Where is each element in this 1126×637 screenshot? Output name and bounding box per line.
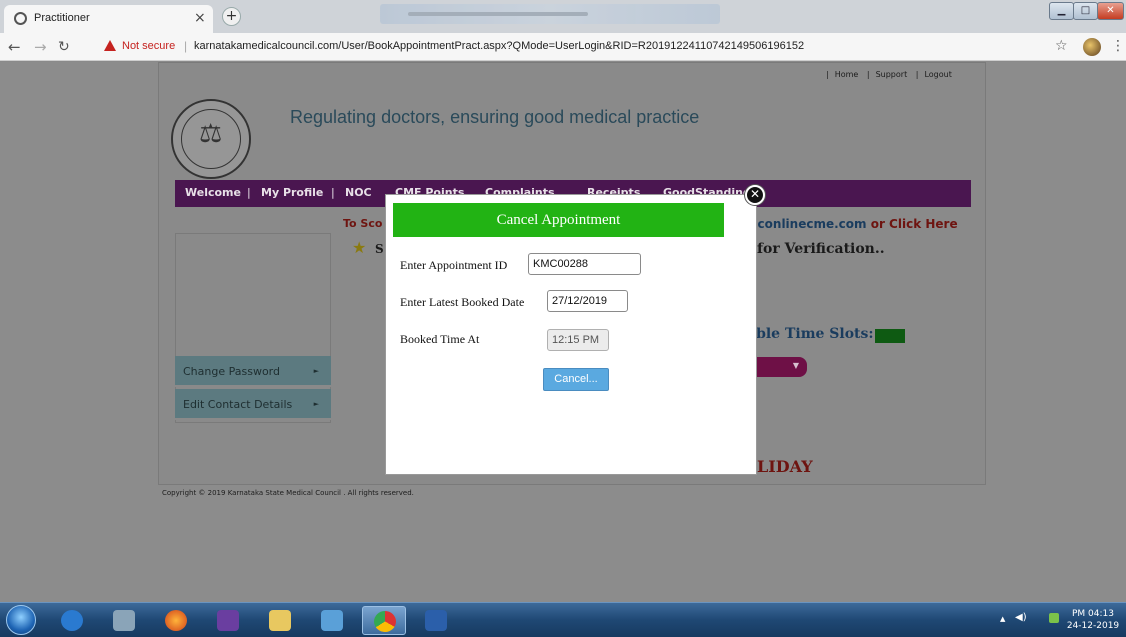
- network-icon[interactable]: [1049, 613, 1059, 623]
- app-icon: [321, 610, 343, 631]
- booked-date-input[interactable]: 27/12/2019: [547, 290, 628, 312]
- back-arrow-icon[interactable]: ←: [8, 38, 21, 56]
- booked-time-input: 12:15 PM: [547, 329, 609, 351]
- holiday-text: LIDAY: [757, 457, 813, 476]
- chevron-right-icon: ►: [313, 400, 319, 408]
- browser-menu-icon[interactable]: ⋮: [1111, 38, 1125, 54]
- star-icon: ★: [352, 238, 367, 257]
- minimize-button[interactable]: ▁: [1049, 2, 1074, 20]
- url-input[interactable]: karnatakamedicalcouncil.com/User/BookApp…: [194, 40, 804, 52]
- notice-text-start: S: [375, 242, 384, 256]
- sidebar-item-edit-contact-details[interactable]: Edit Contact Details ►: [175, 389, 331, 420]
- logout-link[interactable]: Logout: [924, 70, 951, 79]
- tools-taskbar-button[interactable]: [102, 606, 146, 635]
- not-secure-label[interactable]: Not secure: [122, 40, 175, 52]
- internet-explorer-icon: [61, 610, 83, 631]
- dialog-title: Cancel Appointment: [393, 203, 724, 237]
- word-taskbar-button[interactable]: [414, 606, 458, 635]
- chevron-down-icon: ▼: [792, 361, 799, 370]
- profile-avatar[interactable]: [1083, 38, 1101, 56]
- firefox-icon: [165, 610, 187, 631]
- word-icon: [425, 610, 447, 631]
- address-bar: ← → ↻ Not secure | karnatakamedicalcounc…: [0, 33, 1126, 61]
- cme-site-link[interactable]: nconlinecme.com: [749, 217, 867, 231]
- cancel-button[interactable]: Cancel...: [543, 368, 609, 391]
- booked-date-label: Enter Latest Booked Date: [400, 295, 525, 309]
- bookmark-star-icon[interactable]: ☆: [1055, 38, 1068, 54]
- url-separator: |: [184, 39, 188, 53]
- tab-close-button[interactable]: ×: [194, 10, 206, 26]
- forward-arrow-icon[interactable]: →: [34, 38, 47, 56]
- globe-icon: [14, 12, 27, 25]
- click-here-link[interactable]: or Click Here: [871, 217, 958, 231]
- available-time-slots-label: able Time Slots:: [747, 326, 874, 342]
- tools-icon: [113, 610, 135, 631]
- volume-icon[interactable]: ◀): [1015, 612, 1027, 623]
- visual-studio-icon: [217, 610, 239, 631]
- council-seal-logo: ⚖: [171, 99, 251, 179]
- tab-title: Practitioner: [34, 12, 90, 24]
- available-slot-swatch: [875, 329, 905, 343]
- nav-my-profile[interactable]: My Profile: [261, 186, 323, 199]
- browser-tab[interactable]: Practitioner ×: [4, 5, 213, 33]
- copyright-footer: Copyright © 2019 Karnataka State Medical…: [162, 489, 414, 497]
- reload-icon[interactable]: ↻: [58, 39, 70, 55]
- cancel-appointment-dialog: Cancel Appointment ✕ Enter Appointment I…: [385, 185, 765, 475]
- internet-explorer-taskbar-button[interactable]: [50, 606, 94, 635]
- nav-noc[interactable]: NOC: [345, 186, 372, 199]
- home-link[interactable]: Home: [835, 70, 859, 79]
- chrome-icon: [374, 611, 396, 632]
- window-title-bar: [380, 4, 720, 24]
- sidebar-item-change-password[interactable]: Change Password ►: [175, 356, 331, 387]
- visual-studio-taskbar-button[interactable]: [206, 606, 250, 635]
- nav-welcome[interactable]: Welcome: [185, 186, 241, 199]
- window-close-button[interactable]: ✕: [1097, 2, 1124, 20]
- tray-expand-icon[interactable]: ▲: [1000, 615, 1005, 623]
- chrome-taskbar-button[interactable]: [362, 606, 406, 635]
- folder-icon: [269, 610, 291, 631]
- cme-site-text: nconlinecme.com or Click Here: [749, 217, 958, 231]
- browser-tab-strip: Practitioner × + ▁ □ ✕: [0, 0, 1126, 33]
- windows-taskbar: ▲ ◀) PM 04:13 24-12-2019: [0, 602, 1126, 637]
- time-slot-select[interactable]: ▼: [755, 357, 807, 377]
- scorm-text: To Sco: [343, 217, 383, 230]
- maximize-button[interactable]: □: [1073, 2, 1098, 20]
- appointment-id-input[interactable]: KMC00288: [528, 253, 641, 275]
- scales-icon: ⚖: [199, 119, 223, 149]
- firefox-taskbar-button[interactable]: [154, 606, 198, 635]
- warning-icon: [104, 40, 116, 51]
- chevron-right-icon: ►: [313, 367, 319, 375]
- start-button[interactable]: [6, 605, 36, 635]
- verification-text: for Verification..: [757, 241, 885, 257]
- new-tab-button[interactable]: +: [222, 7, 241, 26]
- support-link[interactable]: Support: [876, 70, 908, 79]
- appointment-id-label: Enter Appointment ID: [400, 258, 508, 272]
- clock-date[interactable]: 24-12-2019: [1064, 621, 1122, 631]
- app-taskbar-button[interactable]: [310, 606, 354, 635]
- booked-time-label: Booked Time At: [400, 332, 480, 346]
- file-explorer-taskbar-button[interactable]: [258, 606, 302, 635]
- top-links: | Home | Support | Logout: [826, 70, 952, 79]
- site-tagline: Regulating doctors, ensuring good medica…: [290, 107, 700, 127]
- clock-time[interactable]: PM 04:13: [1068, 609, 1118, 619]
- close-icon[interactable]: ✕: [745, 185, 765, 205]
